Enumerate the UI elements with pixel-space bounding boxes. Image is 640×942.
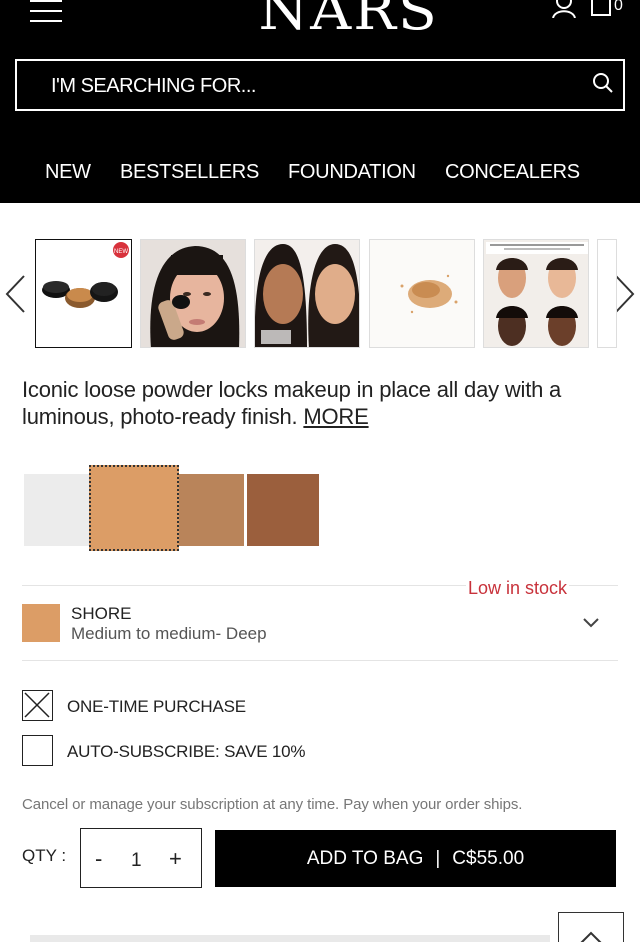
bottom-bar [30, 935, 550, 942]
qty-value[interactable]: 1 [131, 850, 142, 872]
nav-item-foundation[interactable]: FOUNDATION [288, 157, 416, 187]
shade-swatch-deep[interactable] [247, 474, 319, 546]
chevron-left-icon[interactable] [4, 274, 28, 314]
checkmark-x-icon [24, 692, 50, 718]
button-separator: | [435, 847, 441, 869]
gallery-thumbnail-partial[interactable] [597, 239, 617, 348]
one-time-purchase-label[interactable]: ONE-TIME PURCHASE [67, 697, 246, 717]
brand-logo[interactable]: NARS [259, 0, 437, 40]
description-text: Iconic loose powder locks makeup in plac… [22, 377, 562, 429]
nav-item-new[interactable]: NEW [45, 157, 91, 187]
account-icon[interactable] [551, 0, 577, 18]
shade-swatch-medium-dark[interactable] [179, 474, 244, 546]
nav-item-bestsellers[interactable]: BESTSELLERS [120, 157, 259, 187]
gallery-thumbnail-product[interactable]: NEW [35, 239, 132, 348]
one-time-purchase-checkbox[interactable] [22, 690, 53, 721]
gallery-thumbnail-model-brush[interactable] [140, 239, 246, 348]
search-icon[interactable] [591, 71, 615, 95]
product-description: Iconic loose powder locks makeup in plac… [22, 376, 622, 430]
back-to-top-button[interactable] [558, 912, 624, 942]
shopping-bag-icon[interactable] [590, 0, 612, 16]
nav-item-concealers[interactable]: CONCEALERS [445, 157, 580, 187]
new-badge: NEW [114, 249, 128, 255]
shade-name[interactable]: SHORE [71, 604, 131, 624]
menu-icon[interactable] [30, 0, 62, 22]
chevron-down-icon[interactable] [582, 617, 600, 629]
bag-count-badge: 0 [614, 0, 623, 14]
powder-texture-image [370, 240, 474, 347]
category-nav: NEW BESTSELLERS FOUNDATION CONCEALERS [0, 157, 640, 187]
more-link[interactable]: MORE [303, 404, 368, 429]
site-header: NARS 0 NEW BESTSELLERS FOUNDATION CONCEA… [0, 0, 640, 203]
chevron-up-icon [580, 931, 602, 942]
auto-subscribe-label[interactable]: AUTO-SUBSCRIBE: SAVE 10% [67, 742, 306, 762]
model-image [141, 240, 245, 347]
add-to-bag-button[interactable]: ADD TO BAG | C$55.00 [215, 830, 616, 887]
gallery-thumbnail-two-models[interactable] [254, 239, 360, 348]
qty-increase-button[interactable]: + [169, 848, 182, 870]
stock-status: Low in stock [466, 578, 570, 599]
shade-description[interactable]: Medium to medium- Deep [71, 624, 267, 644]
gallery-thumbnail-before-after[interactable] [483, 239, 589, 348]
search-bar [15, 59, 625, 111]
before-after-image [484, 240, 588, 347]
subscription-note: Cancel or manage your subscription at an… [22, 796, 523, 813]
shade-swatch-shore[interactable] [89, 465, 179, 551]
gallery-thumbnail-powder-texture[interactable] [369, 239, 475, 348]
add-to-bag-label: ADD TO BAG [306, 847, 424, 869]
divider [22, 660, 618, 661]
qty-label: QTY : [22, 846, 67, 865]
selected-shade-chip[interactable] [22, 604, 60, 642]
models-image [255, 240, 359, 347]
price: C$55.00 [452, 847, 525, 869]
auto-subscribe-checkbox[interactable] [22, 735, 53, 766]
search-input[interactable] [51, 73, 551, 99]
shade-swatch-light[interactable] [24, 474, 94, 546]
qty-decrease-button[interactable]: - [95, 848, 102, 870]
quantity-stepper: - 1 + [80, 828, 202, 888]
powder-jar-image: NEW [42, 242, 129, 308]
